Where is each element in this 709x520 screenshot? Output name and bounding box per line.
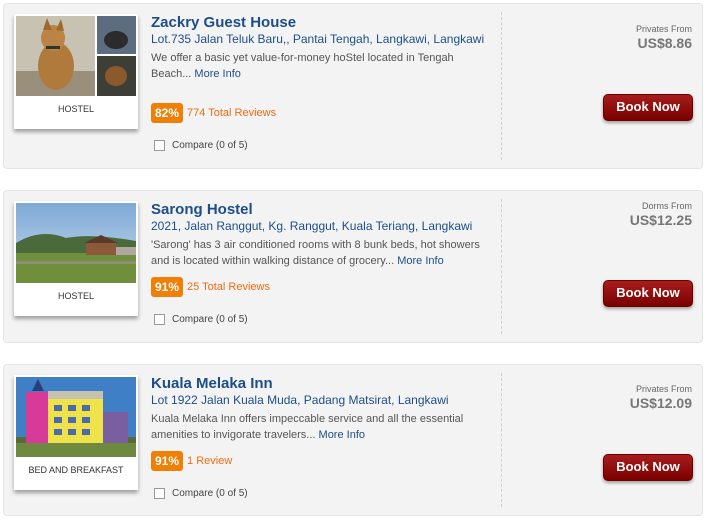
more-info-link[interactable]: More Info xyxy=(397,255,443,267)
property-description: We offer a basic yet value-for-money hoS… xyxy=(151,50,491,82)
compare-label: Compare (0 of 5) xyxy=(172,314,248,325)
rating-badge: 91% xyxy=(151,277,184,297)
listing-info: Kuala Melaka Inn Lot 1922 Jalan Kuala Mu… xyxy=(151,375,491,443)
property-name-link[interactable]: Kuala Melaka Inn xyxy=(151,375,491,393)
book-now-button[interactable]: Book Now xyxy=(603,454,693,481)
description-text: Kuala Melaka Inn offers impeccable servi… xyxy=(151,413,464,441)
price-label: Privates From xyxy=(635,24,692,34)
property-type: HOSTEL xyxy=(57,291,94,301)
property-photo[interactable] xyxy=(16,203,136,283)
property-description: Kuala Melaka Inn offers impeccable servi… xyxy=(151,411,491,443)
property-type: BED AND BREAKFAST xyxy=(28,465,124,475)
listing-card: HOSTEL Sarong Hostel 2021, Jalan Ranggut… xyxy=(3,190,703,343)
reviews-link[interactable]: 1 Review xyxy=(187,455,232,467)
rating-badge: 82% xyxy=(151,103,184,123)
rating-row: 82% 774 Total Reviews xyxy=(151,103,276,123)
price-value: US$8.86 xyxy=(637,35,692,51)
divider xyxy=(501,199,502,334)
rating-row: 91% 1 Review xyxy=(151,451,232,471)
compare-row: Compare (0 of 5) xyxy=(154,314,248,325)
price-label: Dorms From xyxy=(642,201,692,211)
compare-row: Compare (0 of 5) xyxy=(154,488,248,499)
property-description: 'Sarong' has 3 air conditioned rooms wit… xyxy=(151,237,491,269)
book-now-button[interactable]: Book Now xyxy=(603,94,693,121)
property-address: 2021, Jalan Ranggut, Kg. Ranggut, Kuala … xyxy=(151,219,473,233)
property-name-link[interactable]: Sarong Hostel xyxy=(151,201,491,219)
reviews-link[interactable]: 25 Total Reviews xyxy=(187,281,270,293)
compare-label: Compare (0 of 5) xyxy=(172,488,248,499)
compare-checkbox[interactable] xyxy=(154,488,165,499)
more-info-link[interactable]: More Info xyxy=(194,68,240,80)
rating-badge: 91% xyxy=(151,451,184,471)
reviews-link[interactable]: 774 Total Reviews xyxy=(187,107,276,119)
property-address: Lot.735 Jalan Teluk Baru,, Pantai Tengah… xyxy=(151,32,485,46)
listing-info: Sarong Hostel 2021, Jalan Ranggut, Kg. R… xyxy=(151,201,491,269)
listing-info: Zackry Guest House Lot.735 Jalan Teluk B… xyxy=(151,14,491,82)
book-now-button[interactable]: Book Now xyxy=(603,280,693,307)
listing-card: HOSTEL Zackry Guest House Lot.735 Jalan … xyxy=(3,3,703,169)
price-value: US$12.25 xyxy=(629,212,692,228)
property-photo[interactable] xyxy=(16,16,136,96)
property-thumbnail[interactable]: HOSTEL xyxy=(14,201,138,316)
more-info-link[interactable]: More Info xyxy=(319,429,365,441)
listing-card: BED AND BREAKFAST Kuala Melaka Inn Lot 1… xyxy=(3,364,703,516)
property-photo[interactable] xyxy=(16,377,136,457)
property-type: HOSTEL xyxy=(57,104,94,114)
property-thumbnail[interactable]: HOSTEL xyxy=(14,14,138,129)
compare-checkbox[interactable] xyxy=(154,140,165,151)
property-address: Lot 1922 Jalan Kuala Muda, Padang Matsir… xyxy=(151,393,449,407)
price-value: US$12.09 xyxy=(629,395,692,411)
compare-row: Compare (0 of 5) xyxy=(154,140,248,151)
price-label: Privates From xyxy=(635,384,692,394)
compare-label: Compare (0 of 5) xyxy=(172,140,248,151)
divider xyxy=(501,373,502,507)
rating-row: 91% 25 Total Reviews xyxy=(151,277,270,297)
property-thumbnail[interactable]: BED AND BREAKFAST xyxy=(14,375,138,490)
compare-checkbox[interactable] xyxy=(154,314,165,325)
property-name-link[interactable]: Zackry Guest House xyxy=(151,14,491,32)
divider xyxy=(501,12,502,160)
